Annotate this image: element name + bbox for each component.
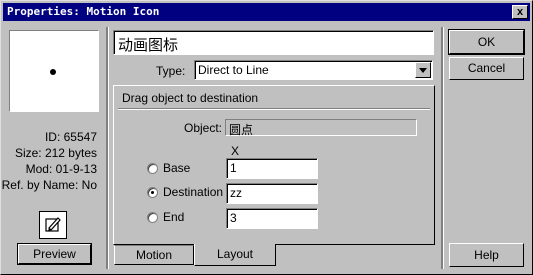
preview-button[interactable]: Preview [17, 243, 92, 265]
radio-selected-dot [151, 191, 154, 194]
object-value: 圆点 [229, 123, 254, 137]
object-label: Object: [184, 121, 223, 135]
base-radio[interactable] [147, 163, 158, 174]
close-icon: x [516, 6, 524, 18]
x-column-header: X [231, 144, 240, 158]
window-title: Properties: Motion Icon [7, 5, 160, 18]
destination-radio[interactable] [147, 187, 158, 198]
icon-modified: Mod: 01-9-13 [25, 162, 97, 176]
icon-name-field[interactable]: 动画图标 [113, 30, 434, 55]
icon-id: ID: 65547 [44, 130, 97, 144]
group-title: Drag object to destination [122, 91, 259, 105]
open-icon-button[interactable] [39, 211, 67, 239]
left-separator [106, 27, 109, 269]
group-divider [118, 108, 430, 110]
destination-x-field[interactable]: zz [226, 183, 318, 204]
close-button[interactable]: x [512, 5, 528, 19]
dot-preview [50, 69, 56, 75]
preview-pane [9, 30, 99, 112]
icon-size: Size: 212 bytes [14, 146, 97, 160]
cancel-button[interactable]: Cancel [449, 57, 524, 80]
help-button[interactable]: Help [449, 243, 524, 267]
icon-ref-by-name: Ref. by Name: No [1, 178, 97, 192]
tab-layout[interactable]: Layout [194, 244, 276, 266]
properties-dialog: Properties: Motion Icon x ID: 65547 Size… [0, 0, 533, 275]
end-label[interactable]: End [163, 210, 184, 224]
end-radio[interactable] [147, 212, 158, 223]
chevron-down-icon [419, 68, 427, 73]
tab-panel: Drag object to destination Object: 圆点 X … [113, 85, 435, 245]
dropdown-button[interactable] [415, 62, 431, 78]
object-field: 圆点 [225, 119, 417, 137]
type-select[interactable]: Direct to Line [194, 60, 433, 80]
edit-icon [45, 217, 61, 232]
base-x-field[interactable]: 1 [226, 158, 318, 179]
base-label[interactable]: Base [163, 161, 190, 175]
right-separator [441, 27, 444, 269]
type-select-value: Direct to Line [198, 63, 269, 77]
destination-label[interactable]: Destination [163, 185, 223, 199]
ok-button[interactable]: OK [448, 29, 525, 55]
title-bar[interactable]: Properties: Motion Icon x [3, 3, 530, 21]
tab-motion[interactable]: Motion [114, 245, 194, 265]
end-x-field[interactable]: 3 [226, 208, 318, 229]
type-label: Type: [156, 64, 186, 78]
